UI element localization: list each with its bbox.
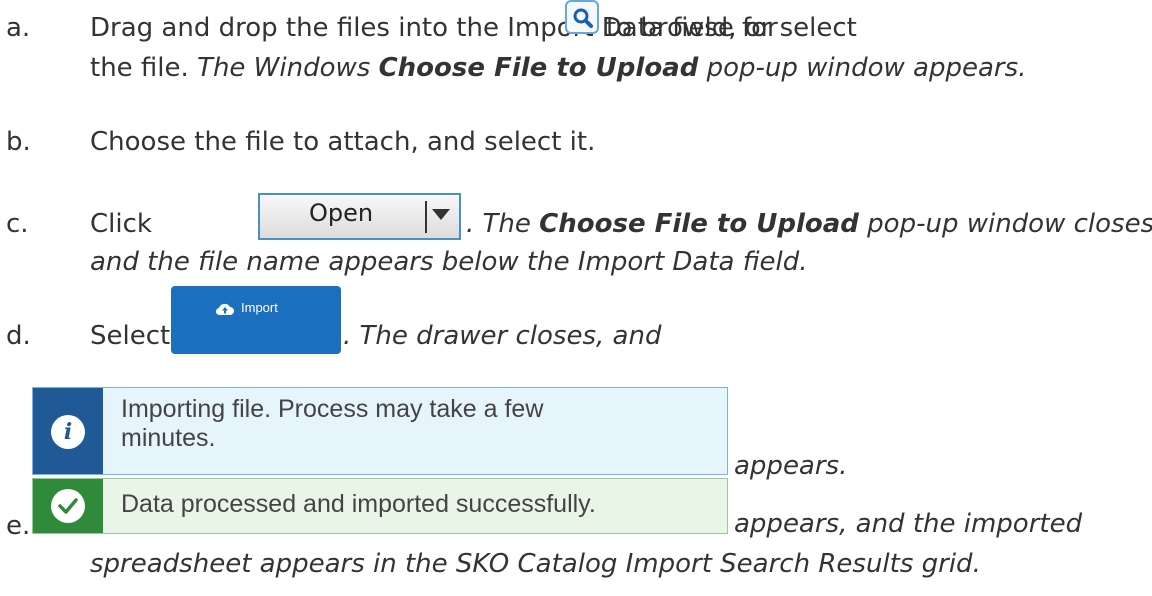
open-button[interactable]: Open — [258, 193, 461, 240]
step-e-line2: spreadsheet appears in the SKO Catalog I… — [90, 549, 981, 579]
step-a-letter: a. — [6, 13, 31, 43]
info-icon: i — [51, 415, 85, 449]
step-a-window-name: Choose File to Upload — [378, 53, 699, 83]
checkmark-icon — [51, 489, 85, 523]
step-e-letter: e. — [6, 511, 31, 541]
step-a-line2-italic-end: pop-up window appears. — [706, 53, 1027, 83]
step-c-after: . The Choose File to Upload pop-up windo… — [466, 209, 1152, 240]
step-a-line2: the file. The Windows Choose File to Upl… — [90, 53, 1027, 84]
step-c-after-italic: . The — [466, 209, 531, 239]
success-toast-message: Data processed and imported successfully… — [121, 490, 596, 518]
step-c-prefix: Click — [90, 209, 152, 239]
step-b-text: Choose the file to attach, and select it… — [90, 127, 596, 157]
step-c-letter: c. — [6, 209, 29, 239]
cloud-upload-icon — [215, 303, 234, 316]
search-icon — [573, 8, 593, 28]
step-e-suffix: appears, and the imported — [734, 509, 1083, 539]
chevron-down-icon[interactable] — [432, 209, 450, 220]
step-a-line2-plain: the file. — [90, 53, 189, 83]
step-d-after: . The drawer closes, and — [343, 321, 662, 351]
info-toast-message: Importing file. Process may take a few m… — [121, 395, 544, 452]
step-d-letter: d. — [6, 321, 31, 351]
search-button[interactable] — [565, 0, 599, 34]
step-a-text-end: to browse for — [606, 13, 778, 43]
step-a-line2-italic: The Windows — [197, 53, 371, 83]
step-c-line2: and the file name appears below the Impo… — [90, 247, 808, 277]
split-separator — [425, 201, 427, 233]
step-d-prefix: Select — [90, 321, 171, 351]
step-d-suffix: appears. — [734, 451, 848, 481]
import-button-label: Import — [241, 300, 278, 315]
import-button[interactable]: Import — [171, 286, 341, 354]
step-c-after-italic-end: pop-up window closes, — [867, 209, 1152, 239]
open-button-label: Open — [308, 199, 374, 227]
step-c-window-name: Choose File to Upload — [539, 209, 859, 239]
info-toast: i Importing file. Process may take a few… — [32, 387, 728, 475]
success-toast: Data processed and imported successfully… — [32, 478, 728, 534]
step-b-letter: b. — [6, 127, 31, 157]
